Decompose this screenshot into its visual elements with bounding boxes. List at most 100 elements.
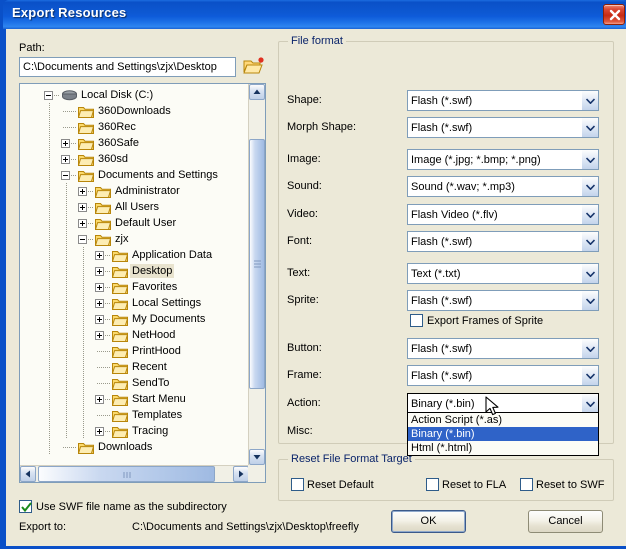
tree-vertical-scrollbar[interactable]	[248, 84, 265, 465]
tree-item[interactable]: Favorites	[20, 279, 249, 295]
chevron-down-icon[interactable]	[581, 291, 598, 310]
tree-item-label[interactable]: zjx	[113, 232, 130, 246]
tree-item-label[interactable]: NetHood	[130, 328, 177, 342]
tree-item[interactable]: All Users	[20, 199, 249, 215]
tree-expand-icon[interactable]	[61, 155, 70, 164]
tree-expand-icon[interactable]	[95, 283, 104, 292]
dropdown-option[interactable]: Binary (*.bin)	[408, 427, 598, 441]
shape-combobox[interactable]: Flash (*.swf)	[407, 90, 599, 111]
tree-expand-icon[interactable]	[95, 427, 104, 436]
tree-expand-icon[interactable]	[95, 315, 104, 324]
title-bar[interactable]: Export Resources	[3, 0, 626, 29]
tree-item-label[interactable]: PrintHood	[130, 344, 183, 358]
chevron-down-icon[interactable]	[581, 91, 598, 110]
folder-tree[interactable]: Local Disk (C:) 360Downloads 360Rec 360Safe…	[20, 84, 249, 465]
tree-item[interactable]: Local Disk (C:)	[20, 87, 249, 103]
tree-item-label[interactable]: 360Rec	[96, 120, 138, 134]
scroll-left-button[interactable]	[20, 466, 36, 482]
morph-shape-combobox[interactable]: Flash (*.swf)	[407, 117, 599, 138]
tree-item[interactable]: PrintHood	[20, 343, 249, 359]
sprite-combobox[interactable]: Flash (*.swf)	[407, 290, 599, 311]
tree-item[interactable]: Desktop	[20, 263, 249, 279]
tree-item[interactable]: Downloads	[20, 439, 249, 455]
browse-folder-icon[interactable]	[243, 56, 265, 76]
frame-combobox[interactable]: Flash (*.swf)	[407, 365, 599, 386]
tree-item[interactable]: Administrator	[20, 183, 249, 199]
tree-item-label[interactable]: Administrator	[113, 184, 182, 198]
tree-expand-icon[interactable]	[95, 267, 104, 276]
reset-default-checkbox[interactable]	[291, 478, 304, 491]
tree-item-label[interactable]: Recent	[130, 360, 169, 374]
action-combobox[interactable]: Binary (*.bin)	[407, 393, 599, 414]
chevron-down-icon[interactable]	[581, 366, 598, 385]
video-combobox[interactable]: Flash Video (*.flv)	[407, 204, 599, 225]
tree-item[interactable]: 360sd	[20, 151, 249, 167]
reset-to-fla-checkbox[interactable]	[426, 478, 439, 491]
tree-item-label[interactable]: Desktop	[130, 264, 175, 278]
tree-item[interactable]: 360Rec	[20, 119, 249, 135]
tree-item-label[interactable]: All Users	[113, 200, 161, 214]
tree-collapse-icon[interactable]	[61, 171, 70, 180]
ok-button[interactable]: OK	[391, 510, 466, 533]
folder-tree-panel[interactable]: Local Disk (C:) 360Downloads 360Rec 360Safe…	[19, 83, 266, 483]
chevron-down-icon[interactable]	[581, 177, 598, 196]
tree-item-label[interactable]: My Documents	[130, 312, 207, 326]
scroll-down-button[interactable]	[249, 449, 265, 465]
chevron-down-icon[interactable]	[581, 264, 598, 283]
tree-expand-icon[interactable]	[95, 251, 104, 260]
tree-item-label[interactable]: 360Safe	[96, 136, 141, 150]
cancel-button[interactable]: Cancel	[528, 510, 603, 533]
reset-to-swf-checkbox[interactable]	[520, 478, 533, 491]
use-swf-subdirectory-checkbox[interactable]	[19, 500, 32, 513]
tree-item[interactable]: Recent	[20, 359, 249, 375]
chevron-down-icon[interactable]	[581, 394, 598, 413]
tree-item-label[interactable]: Default User	[113, 216, 178, 230]
tree-item[interactable]: Application Data	[20, 247, 249, 263]
tree-item[interactable]: My Documents	[20, 311, 249, 327]
tree-item[interactable]: Local Settings	[20, 295, 249, 311]
tree-item[interactable]: zjx	[20, 231, 249, 247]
tree-item-label[interactable]: Templates	[130, 408, 184, 422]
tree-item[interactable]: Start Menu	[20, 391, 249, 407]
tree-item-label[interactable]: Tracing	[130, 424, 170, 438]
tree-item[interactable]: 360Downloads	[20, 103, 249, 119]
scroll-up-button[interactable]	[249, 84, 265, 100]
tree-item-label[interactable]: Start Menu	[130, 392, 188, 406]
text-combobox[interactable]: Text (*.txt)	[407, 263, 599, 284]
chevron-down-icon[interactable]	[581, 118, 598, 137]
tree-expand-icon[interactable]	[95, 331, 104, 340]
tree-horizontal-scrollbar[interactable]	[20, 465, 249, 482]
tree-item-label[interactable]: Local Disk (C:)	[79, 88, 155, 102]
tree-item-label[interactable]: 360sd	[96, 152, 130, 166]
tree-collapse-icon[interactable]	[44, 91, 53, 100]
tree-item[interactable]: Tracing	[20, 423, 249, 439]
tree-expand-icon[interactable]	[95, 395, 104, 404]
chevron-down-icon[interactable]	[581, 205, 598, 224]
chevron-down-icon[interactable]	[581, 150, 598, 169]
tree-item-label[interactable]: Downloads	[96, 440, 154, 454]
tree-item[interactable]: Documents and Settings	[20, 167, 249, 183]
sound-combobox[interactable]: Sound (*.wav; *.mp3)	[407, 176, 599, 197]
tree-expand-icon[interactable]	[95, 299, 104, 308]
tree-item[interactable]: 360Safe	[20, 135, 249, 151]
tree-expand-icon[interactable]	[78, 219, 87, 228]
tree-item[interactable]: SendTo	[20, 375, 249, 391]
tree-item-label[interactable]: Application Data	[130, 248, 214, 262]
scroll-right-button[interactable]	[233, 466, 249, 482]
tree-item-label[interactable]: Documents and Settings	[96, 168, 220, 182]
scroll-thumb-horizontal[interactable]	[38, 466, 215, 482]
chevron-down-icon[interactable]	[581, 339, 598, 358]
font-combobox[interactable]: Flash (*.swf)	[407, 231, 599, 252]
tree-expand-icon[interactable]	[78, 203, 87, 212]
tree-item-label[interactable]: SendTo	[130, 376, 171, 390]
chevron-down-icon[interactable]	[581, 232, 598, 251]
tree-item[interactable]: NetHood	[20, 327, 249, 343]
image-combobox[interactable]: Image (*.jpg; *.bmp; *.png)	[407, 149, 599, 170]
button-combobox[interactable]: Flash (*.swf)	[407, 338, 599, 359]
tree-item-label[interactable]: 360Downloads	[96, 104, 173, 118]
path-input[interactable]: C:\Documents and Settings\zjx\Desktop	[19, 57, 236, 77]
close-icon[interactable]	[603, 4, 625, 25]
dropdown-option[interactable]: Action Script (*.as)	[408, 413, 598, 427]
tree-item[interactable]: Default User	[20, 215, 249, 231]
tree-item-label[interactable]: Local Settings	[130, 296, 203, 310]
